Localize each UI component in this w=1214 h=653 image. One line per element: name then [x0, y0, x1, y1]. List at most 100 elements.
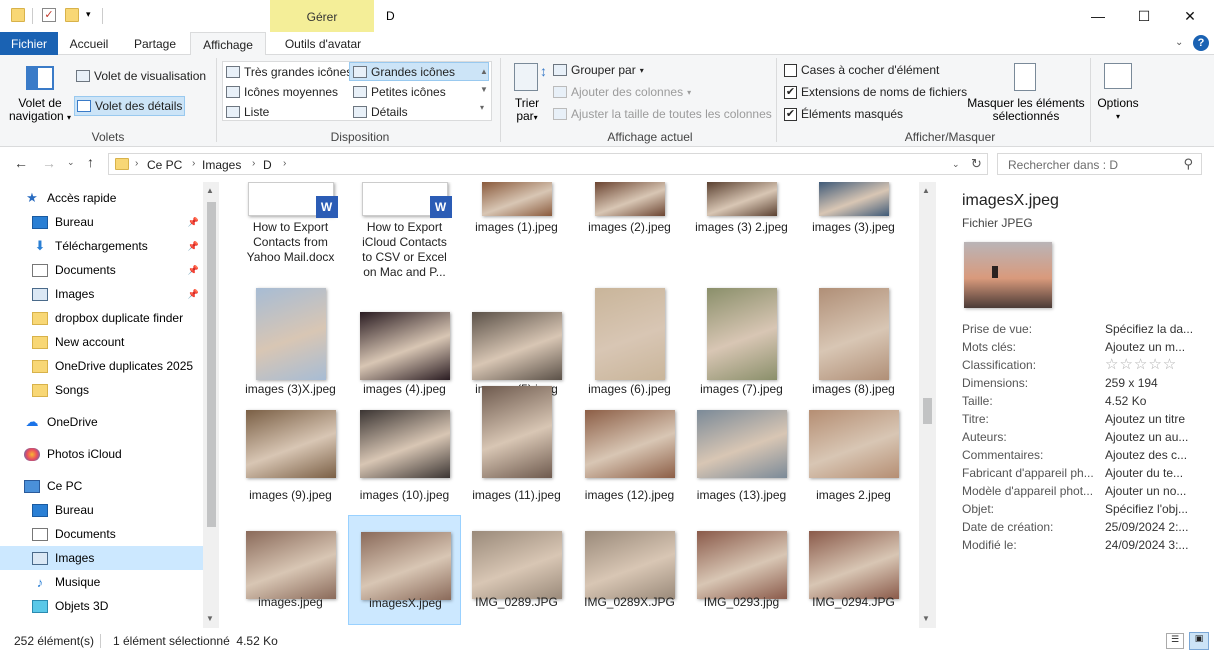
file-item-image[interactable]: images (3)X.jpeg — [234, 286, 347, 396]
scroll-up-icon[interactable]: ▲ — [922, 186, 930, 195]
options-button[interactable]: Options ▾ — [1094, 97, 1142, 123]
tab-fichier[interactable]: Fichier — [0, 32, 58, 55]
sidebar-item-dropbox-duplicate-finder[interactable]: dropbox duplicate finder — [0, 306, 203, 330]
file-item-document[interactable]: W How to Export iCloud Contacts to CSV or E… — [348, 182, 461, 279]
file-item-image[interactable]: images (13).jpeg — [685, 406, 798, 514]
minimize-button[interactable]: — — [1075, 0, 1121, 32]
sidebar-item-songs[interactable]: Songs — [0, 378, 203, 402]
scroll-down-icon[interactable]: ▼ — [206, 614, 214, 623]
file-extensions-toggle[interactable]: ✔ Extensions de noms de fichiers — [784, 85, 967, 99]
file-item-image[interactable]: images (12).jpeg — [573, 406, 686, 514]
gallery-scroll-icon[interactable]: ▲ ▼ ▾ — [480, 63, 488, 117]
checkbox[interactable] — [784, 63, 797, 77]
file-item-image[interactable]: images (3).jpeg — [797, 182, 910, 278]
sidebar-item-acc-s-rapide[interactable]: ★ Accès rapide — [0, 186, 203, 210]
address-box[interactable]: › Ce PC › Images › D › ⌄ ↻ — [108, 153, 988, 175]
scroll-up-icon[interactable]: ▲ — [206, 186, 214, 195]
file-item-image[interactable]: images (9).jpeg — [234, 406, 347, 514]
recent-locations-icon[interactable]: ⌄ — [67, 157, 75, 168]
property-value[interactable]: 259 x 194 — [1105, 376, 1205, 390]
group-by-button[interactable]: Grouper par ▾ — [553, 63, 644, 77]
scroll-down-icon[interactable]: ▼ — [922, 614, 930, 623]
item-checkboxes-toggle[interactable]: Cases à cocher d'élément — [784, 63, 939, 77]
details-view-icon[interactable]: ☰ — [1166, 633, 1184, 649]
preview-pane-button[interactable]: Volet de visualisation — [76, 69, 206, 83]
file-item-document[interactable]: W How to Export Contacts from Yahoo Mail.do… — [234, 182, 347, 278]
file-item-image[interactable]: images (6).jpeg — [573, 286, 686, 396]
property-value[interactable]: Spécifiez l'obj... — [1105, 502, 1205, 516]
file-item-image[interactable]: images (10).jpeg — [348, 406, 461, 514]
scrollbar-thumb[interactable] — [923, 398, 932, 424]
sidebar-item-photos-icloud[interactable]: Photos iCloud — [0, 442, 203, 466]
file-item-image[interactable]: images (7).jpeg — [685, 286, 798, 396]
sidebar-item-ce-pc[interactable]: Ce PC — [0, 474, 203, 498]
layout-small-icons[interactable]: Petites icônes — [353, 85, 446, 99]
hide-selected-button[interactable]: Masquer les éléments sélectionnés — [966, 97, 1086, 123]
property-value[interactable]: Ajoutez des c... — [1105, 448, 1205, 462]
back-button[interactable]: ← — [14, 155, 28, 171]
property-value[interactable]: Ajouter du te... — [1105, 466, 1205, 480]
checkbox-checked[interactable]: ✔ — [784, 85, 797, 99]
qat-dropdown-icon[interactable]: ▾ — [86, 9, 91, 20]
file-item-image[interactable]: images (2).jpeg — [573, 182, 686, 278]
file-item-image[interactable]: IMG_0294.JPG — [797, 515, 910, 625]
sidebar-item-images[interactable]: Images 📌 — [0, 282, 203, 306]
new-folder-icon[interactable] — [65, 8, 79, 22]
close-button[interactable]: ✕ — [1167, 0, 1213, 32]
file-item-image[interactable]: imagesX.jpeg — [348, 515, 461, 625]
nav-scrollbar[interactable]: ▲ ▼ — [203, 182, 220, 628]
sidebar-item-t-l-chargements[interactable]: ⬇ Téléchargements 📌 — [0, 234, 203, 258]
sidebar-item-bureau[interactable]: Bureau — [0, 498, 203, 522]
sidebar-item-bureau[interactable]: Bureau 📌 — [0, 210, 203, 234]
layout-details[interactable]: Détails — [353, 105, 408, 119]
tab-partage[interactable]: Partage — [126, 32, 184, 55]
checkbox-checked[interactable]: ✔ — [784, 107, 797, 121]
address-dropdown-icon[interactable]: ⌄ — [952, 159, 960, 170]
details-pane-button[interactable]: Volet des détails — [74, 96, 186, 116]
help-icon[interactable]: ? — [1193, 35, 1209, 51]
property-value[interactable]: Ajoutez un titre — [1105, 412, 1205, 426]
breadcrumb-ce-pc[interactable]: Ce PC — [147, 158, 182, 172]
property-value[interactable]: 4.52 Ko — [1105, 394, 1205, 408]
sort-by-button[interactable]: Trier par▾ — [510, 97, 544, 124]
refresh-icon[interactable]: ↻ — [971, 156, 982, 172]
maximize-button[interactable]: ☐ — [1121, 0, 1167, 32]
file-item-image[interactable]: IMG_0293.jpg — [685, 515, 798, 625]
up-button[interactable]: ↑ — [87, 154, 94, 170]
file-item-image[interactable]: images 2.jpeg — [797, 406, 910, 514]
property-value[interactable]: 24/09/2024 3:... — [1105, 538, 1205, 552]
navigation-pane-icon[interactable] — [26, 66, 54, 90]
file-item-image[interactable]: images (5).jpeg — [460, 286, 573, 396]
properties-icon[interactable]: ✓ — [42, 8, 56, 22]
file-item-image[interactable]: images (1).jpeg — [460, 182, 573, 278]
sidebar-item-musique[interactable]: ♪ Musique — [0, 570, 203, 594]
content-scrollbar[interactable]: ▲ ▼ — [919, 182, 936, 628]
layout-list[interactable]: Liste — [226, 105, 269, 119]
sidebar-item-documents[interactable]: Documents — [0, 522, 203, 546]
tab-affichage[interactable]: Affichage — [190, 32, 266, 56]
breadcrumb-d[interactable]: D — [263, 158, 272, 172]
file-item-image[interactable]: IMG_0289X.JPG — [573, 515, 686, 625]
scrollbar-thumb[interactable] — [207, 202, 216, 527]
sidebar-item-objets-3d[interactable]: Objets 3D — [0, 594, 203, 618]
layout-extra-large-icons[interactable]: Très grandes icônes — [226, 65, 352, 79]
navigation-pane-button[interactable]: Volet de navigation ▾ — [8, 97, 72, 124]
tab-outils-avatar[interactable]: Outils d'avatar — [273, 32, 373, 55]
sidebar-item-images[interactable]: Images — [0, 546, 203, 570]
forward-button[interactable]: → — [42, 155, 56, 171]
file-item-image[interactable]: images (11).jpeg — [460, 386, 573, 514]
property-value[interactable]: Spécifiez la da... — [1105, 322, 1205, 336]
fit-columns-button[interactable]: Ajuster la taille de toutes les colonnes — [553, 107, 772, 121]
file-item-image[interactable]: images (8).jpeg — [797, 286, 910, 396]
sidebar-item-onedrive-duplicates-2025[interactable]: OneDrive duplicates 2025 — [0, 354, 203, 378]
layout-medium-icons[interactable]: Icônes moyennes — [226, 85, 338, 99]
tab-accueil[interactable]: Accueil — [60, 32, 118, 55]
property-value[interactable]: Ajouter un no... — [1105, 484, 1205, 498]
collapse-ribbon-icon[interactable]: ⌄ — [1175, 37, 1183, 48]
context-tab-manage[interactable]: Gérer — [270, 0, 374, 32]
sidebar-item-new-account[interactable]: New account — [0, 330, 203, 354]
property-value[interactable]: Ajoutez un m... — [1105, 340, 1205, 354]
rating-stars[interactable]: ☆☆☆☆☆ — [1105, 355, 1205, 373]
file-item-image[interactable]: images (4).jpeg — [348, 286, 461, 396]
layout-large-icons[interactable]: Grandes icônes — [349, 62, 489, 81]
